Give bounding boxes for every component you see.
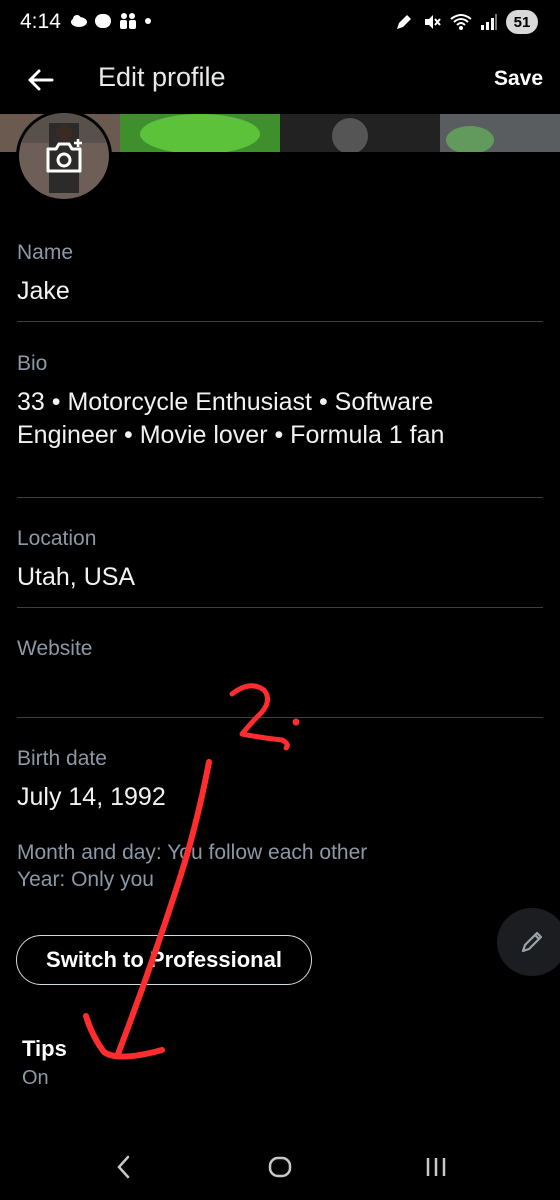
website-label: Website [17,637,93,660]
birth-date-visibility-hint: Month and day: You follow each other [17,841,368,864]
birth-year-visibility-hint: Year: Only you [17,868,154,891]
bio-label: Bio [17,352,48,375]
signal-icon [481,14,497,30]
nav-back-button[interactable] [104,1150,144,1184]
location-field[interactable]: Location Utah, USA [17,527,543,594]
bio-input-line-2[interactable]: Engineer • Movie lover • Formula 1 fan [17,419,543,452]
status-time: 4:14 [20,10,61,33]
page-title: Edit profile [98,62,226,92]
battery-icon: 51 [506,10,538,34]
tips-label[interactable]: Tips [22,1036,67,1062]
nav-recents-icon [426,1158,446,1176]
nav-back-icon [117,1155,130,1179]
website-input[interactable] [17,671,543,704]
pen-icon [397,15,411,29]
compose-fab[interactable] [497,908,560,976]
divider [17,497,543,498]
name-label: Name [17,241,74,264]
pencil-icon [521,931,543,953]
system-icons: 51 [394,10,538,34]
camera-plus-icon [46,139,82,173]
nav-home-icon [268,1156,292,1178]
back-arrow-icon [28,69,54,91]
teams-icon [120,13,136,29]
divider [17,717,543,718]
location-input[interactable]: Utah, USA [17,561,543,594]
annotation-dot [292,718,300,726]
nav-home-button[interactable] [260,1150,300,1184]
birth-date-label: Birth date [17,747,107,770]
back-button[interactable] [22,62,58,98]
app-bar: Edit profile Save [0,48,560,112]
wifi-icon [450,14,472,30]
name-input[interactable]: Jake [17,275,543,308]
website-field[interactable]: Website [17,637,543,704]
avatar[interactable] [16,110,112,202]
notification-icons [70,12,152,30]
cloud-icon [71,15,87,27]
divider [17,321,543,322]
switch-to-professional-button[interactable]: Switch to Professional [16,935,312,985]
dot-icon [145,18,151,24]
divider [17,607,543,608]
nav-recents-button[interactable] [416,1150,456,1184]
location-label: Location [17,527,97,550]
save-button[interactable]: Save [494,67,543,91]
status-bar: 4:14 51 [0,0,560,48]
name-field[interactable]: Name Jake [17,241,543,308]
bio-field[interactable]: Bio 33 • Motorcycle Enthusiast • Softwar… [17,352,543,452]
birth-date-value[interactable]: July 14, 1992 [17,781,543,814]
bio-input-line-1[interactable]: 33 • Motorcycle Enthusiast • Software [17,386,543,419]
birth-date-field[interactable]: Birth date July 14, 1992 [17,747,543,814]
tips-status: On [22,1067,49,1089]
mute-icon [425,15,441,29]
system-nav-bar [0,1130,560,1200]
app-icon [95,14,111,28]
